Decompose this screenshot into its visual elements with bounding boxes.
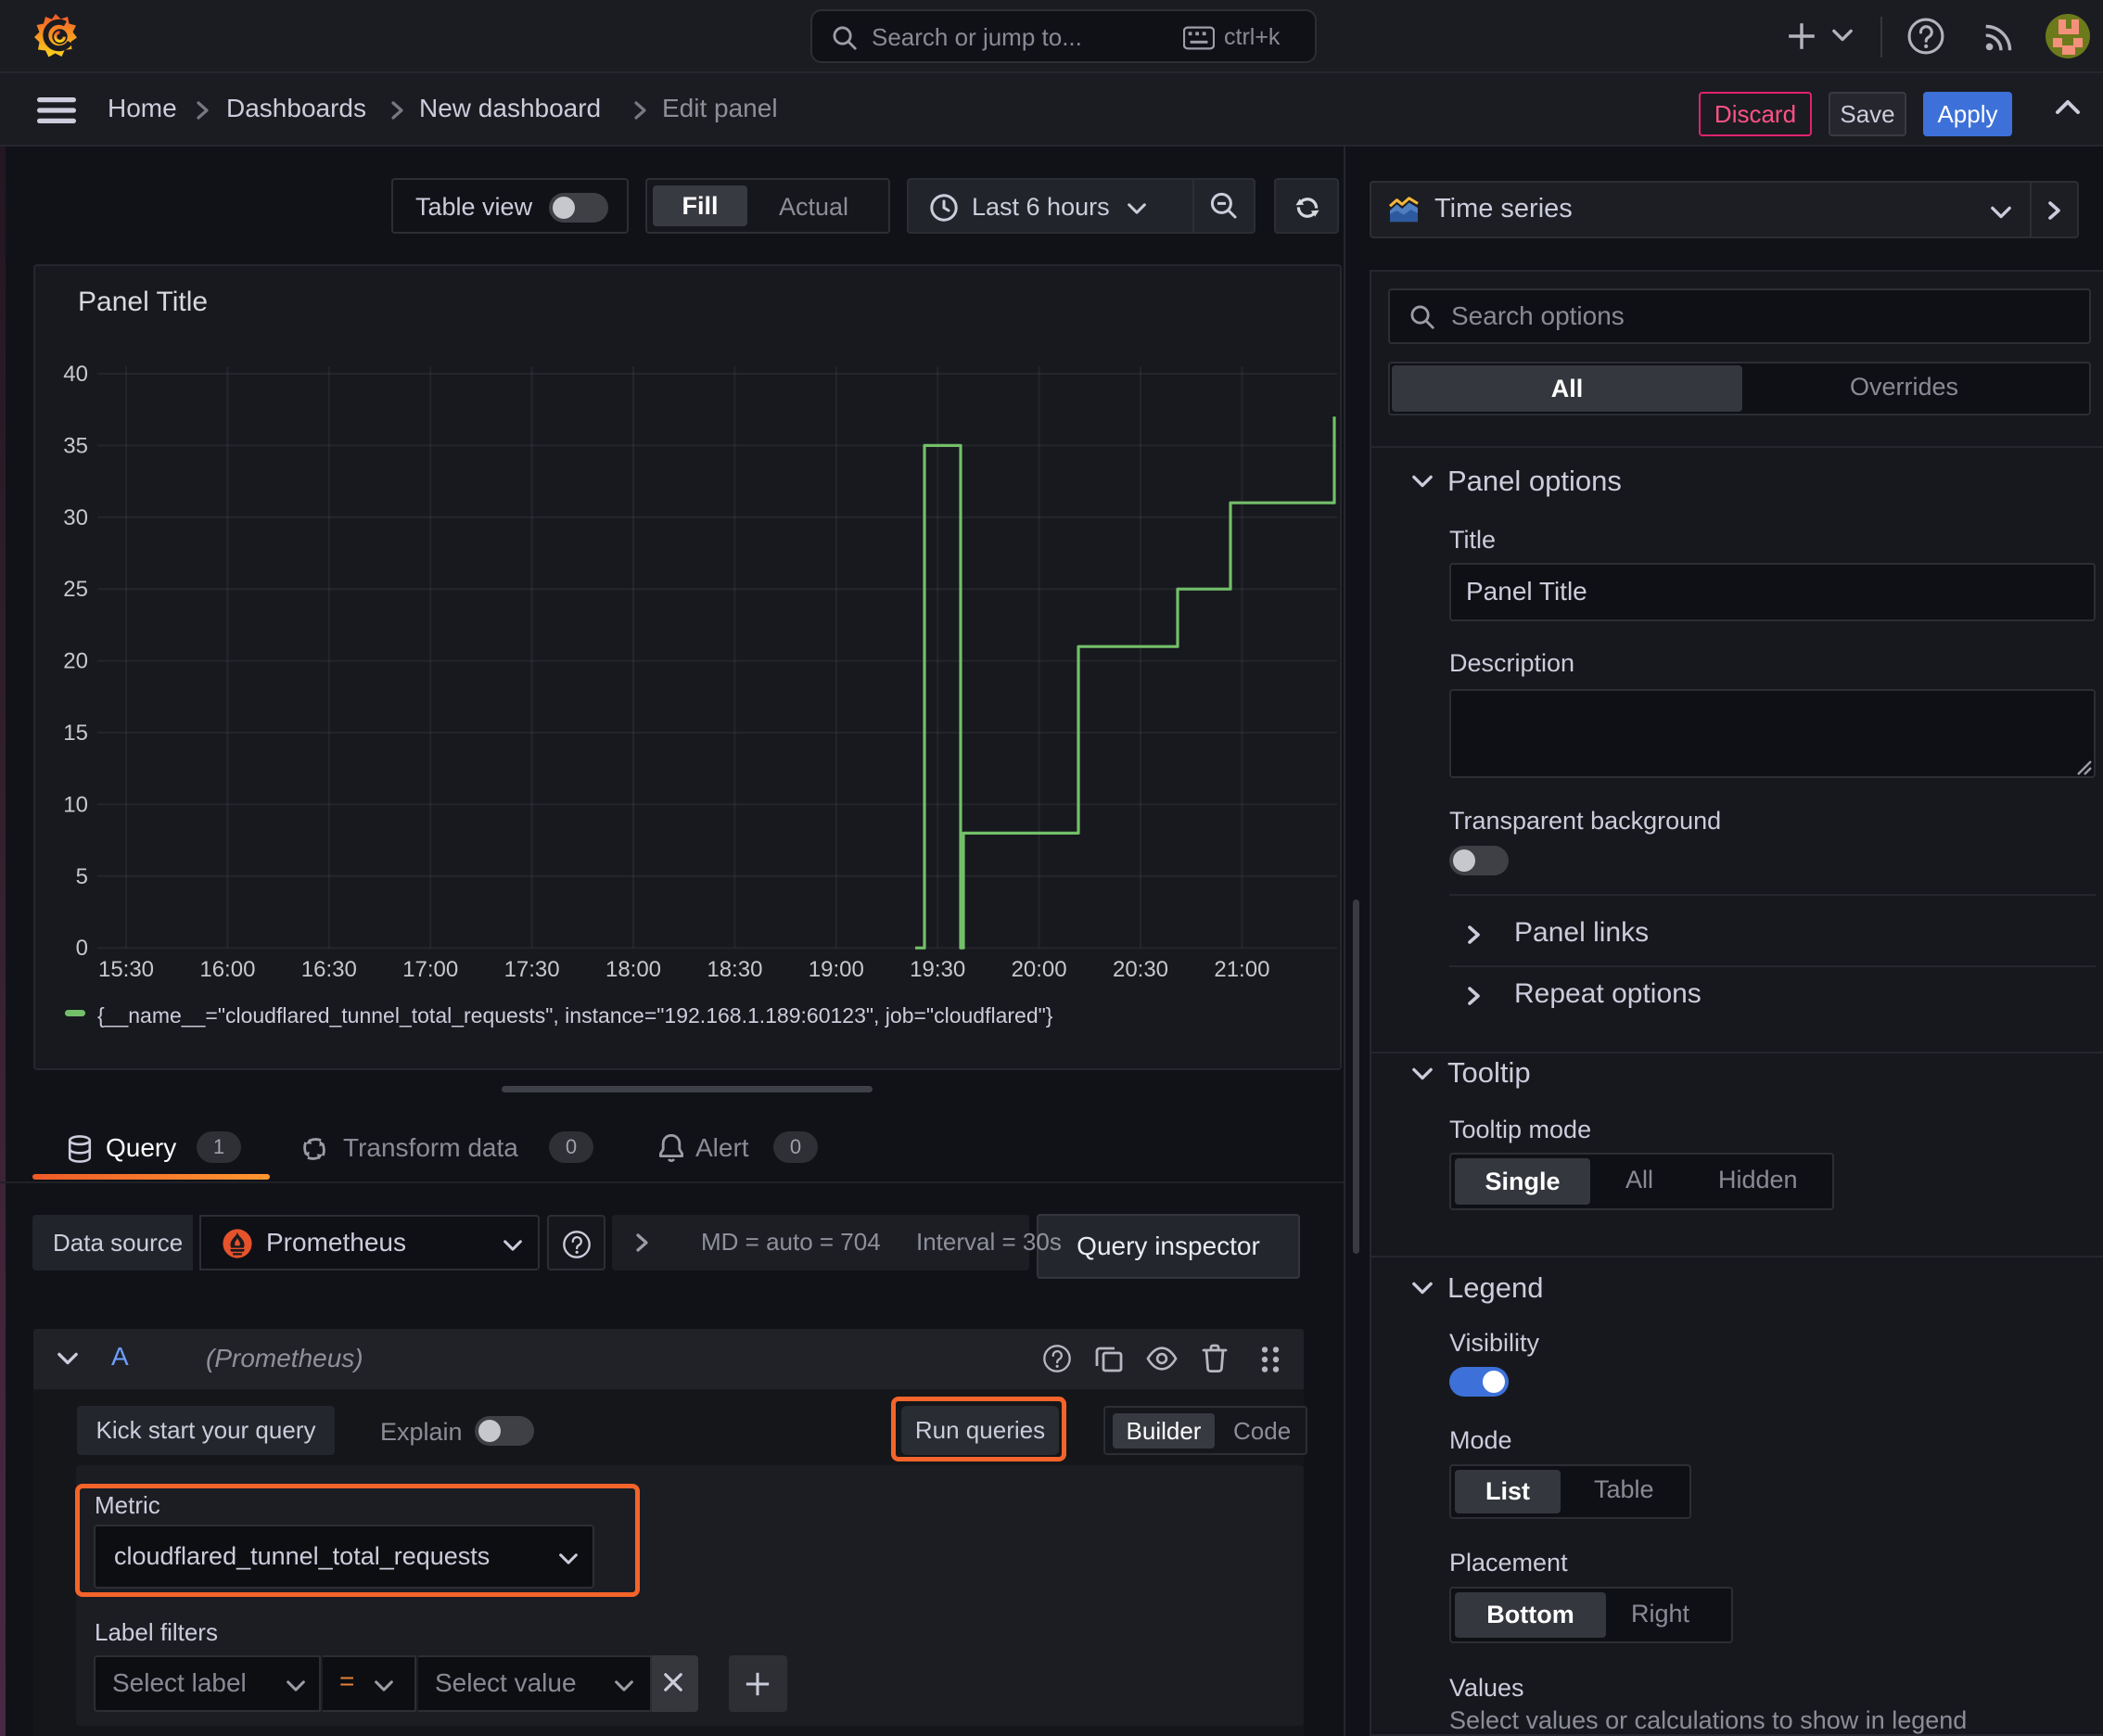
svg-text:40: 40 bbox=[63, 362, 88, 387]
svg-text:17:00: 17:00 bbox=[402, 957, 458, 982]
svg-text:15: 15 bbox=[63, 721, 88, 746]
svg-text:{__name__="cloudflared_tunnel_: {__name__="cloudflared_tunnel_total_requ… bbox=[97, 1003, 1053, 1028]
svg-text:21:00: 21:00 bbox=[1214, 957, 1269, 982]
svg-text:10: 10 bbox=[63, 792, 88, 817]
svg-text:18:00: 18:00 bbox=[605, 957, 661, 982]
svg-text:16:30: 16:30 bbox=[301, 957, 357, 982]
svg-text:16:00: 16:00 bbox=[199, 957, 255, 982]
svg-text:17:30: 17:30 bbox=[504, 957, 560, 982]
svg-text:0: 0 bbox=[76, 936, 88, 961]
svg-text:19:30: 19:30 bbox=[910, 957, 965, 982]
svg-text:20:30: 20:30 bbox=[1113, 957, 1168, 982]
svg-text:15:30: 15:30 bbox=[98, 957, 154, 982]
svg-text:19:00: 19:00 bbox=[809, 957, 864, 982]
svg-text:35: 35 bbox=[63, 433, 88, 458]
svg-text:20: 20 bbox=[63, 649, 88, 674]
svg-text:25: 25 bbox=[63, 577, 88, 602]
svg-text:30: 30 bbox=[63, 505, 88, 530]
svg-text:20:00: 20:00 bbox=[1012, 957, 1067, 982]
svg-text:18:30: 18:30 bbox=[707, 957, 762, 982]
svg-text:5: 5 bbox=[76, 864, 88, 889]
